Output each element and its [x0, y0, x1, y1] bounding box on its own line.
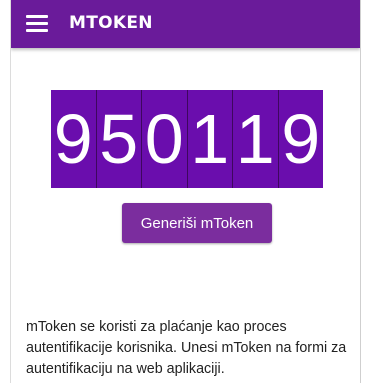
menu-icon-line — [26, 29, 48, 32]
token-digit: 1 — [187, 90, 233, 188]
token-digit: 5 — [96, 90, 142, 188]
hamburger-menu-icon[interactable] — [26, 14, 48, 32]
generate-mtoken-button[interactable]: Generiši mToken — [122, 203, 272, 243]
token-digit: 0 — [142, 90, 188, 188]
token-display: 9 5 0 1 1 9 — [51, 90, 323, 188]
description-text: mToken se koristi za plaćanje kao proces… — [26, 319, 347, 377]
app-screen: MTOKEN 9 5 0 1 1 9 Generiši mToken mToke… — [10, 0, 361, 383]
menu-icon-line — [26, 22, 48, 25]
app-bar: MTOKEN — [11, 0, 360, 48]
token-digit: 9 — [278, 90, 323, 188]
token-digit: 9 — [51, 90, 97, 188]
menu-icon-line — [26, 15, 48, 18]
app-title: MTOKEN — [69, 13, 153, 33]
token-digit: 1 — [233, 90, 279, 188]
